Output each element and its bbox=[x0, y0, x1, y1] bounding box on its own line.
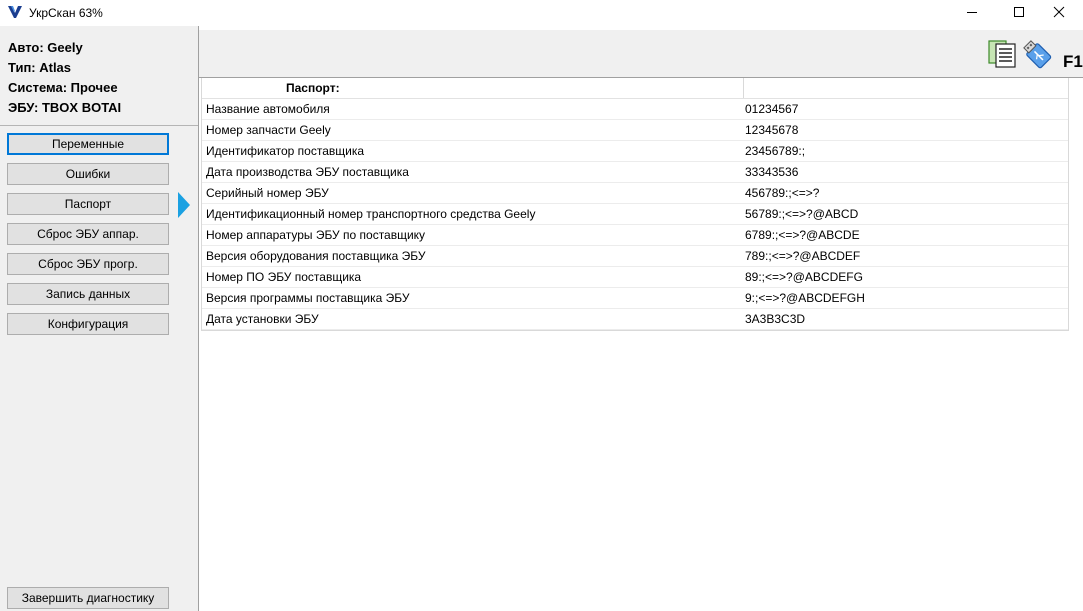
table-row[interactable]: Номер ПО ЭБУ поставщика 89:;<=>?@ABCDEFG bbox=[202, 267, 1068, 288]
table-row[interactable]: Номер запчасти Geely 12345678 bbox=[202, 120, 1068, 141]
table-row[interactable]: Идентификационный номер транспортного ср… bbox=[202, 204, 1068, 225]
toolbar: F1 bbox=[199, 30, 1083, 78]
title-bar: УкрСкан 63% bbox=[0, 0, 1083, 26]
vehicle-info: Авто: Geely Тип: Atlas Система: Прочее Э… bbox=[8, 38, 121, 118]
vehicle-auto: Авто: Geely bbox=[8, 40, 83, 55]
left-panel: Авто: Geely Тип: Atlas Система: Прочее Э… bbox=[0, 26, 199, 611]
parameter-name: Название автомобиля bbox=[206, 102, 330, 116]
passport-rows: Название автомобиля 01234567 Номер запчаст… bbox=[202, 99, 1068, 330]
close-icon bbox=[1053, 6, 1065, 18]
passport-button[interactable]: Паспорт bbox=[7, 193, 169, 215]
parameter-name: Номер запчасти Geely bbox=[206, 123, 331, 137]
reset-ecu-software-button[interactable]: Сброс ЭБУ прогр. bbox=[7, 253, 169, 275]
document-report-icon[interactable] bbox=[988, 40, 1018, 68]
parameter-name: Версия оборудования поставщика ЭБУ bbox=[206, 249, 426, 263]
record-data-button[interactable]: Запись данных bbox=[7, 283, 169, 305]
parameter-name: Номер аппаратуры ЭБУ по поставщику bbox=[206, 228, 426, 242]
parameter-value: 3A3B3C3D bbox=[745, 312, 806, 326]
passport-header: Паспорт: bbox=[286, 81, 340, 95]
reset-ecu-hardware-button[interactable]: Сброс ЭБУ аппар. bbox=[7, 223, 169, 245]
usb-connection-icon[interactable] bbox=[1021, 38, 1055, 72]
parameter-value: 12345678 bbox=[745, 123, 799, 137]
table-row[interactable]: Дата производства ЭБУ поставщика 33343536 bbox=[202, 162, 1068, 183]
table-row[interactable]: Номер аппаратуры ЭБУ по поставщику 6789:;… bbox=[202, 225, 1068, 246]
parameter-value: 6789:;<=>?@ABCDE bbox=[745, 228, 860, 242]
minimize-button[interactable] bbox=[950, 0, 996, 26]
column-divider bbox=[743, 78, 744, 98]
vehicle-type: Тип: Atlas bbox=[8, 60, 72, 75]
parameter-value: 9:;<=>?@ABCDEFGH bbox=[745, 291, 865, 305]
minimize-icon bbox=[967, 12, 977, 13]
parameter-name: Серийный номер ЭБУ bbox=[206, 186, 329, 200]
divider bbox=[0, 125, 198, 126]
parameter-value: 456789:;<=>? bbox=[745, 186, 820, 200]
table-row[interactable]: Название автомобиля 01234567 bbox=[202, 99, 1068, 120]
main-area: F1 Паспорт: Название автомобиля 01234567 Н… bbox=[199, 26, 1083, 611]
parameter-name: Дата производства ЭБУ поставщика bbox=[206, 165, 409, 179]
maximize-icon bbox=[1014, 7, 1024, 17]
triangle-right-icon bbox=[178, 192, 190, 218]
parameter-name: Идентификационный номер транспортного ср… bbox=[206, 207, 536, 221]
ukrscan-logo-icon bbox=[8, 6, 22, 18]
variables-button[interactable]: Переменные bbox=[7, 133, 169, 155]
table-row[interactable]: Версия программы поставщика ЭБУ 9:;<=>?@A… bbox=[202, 288, 1068, 309]
parameter-value: 01234567 bbox=[745, 102, 799, 116]
parameter-value: 789:;<=>?@ABCDEF bbox=[745, 249, 861, 263]
vehicle-ecu: ЭБУ: TBOX BOTAI bbox=[8, 100, 122, 115]
table-row[interactable]: Серийный номер ЭБУ 456789:;<=>? bbox=[202, 183, 1068, 204]
configuration-button[interactable]: Конфигурация bbox=[7, 313, 169, 335]
parameter-name: Номер ПО ЭБУ поставщика bbox=[206, 270, 362, 284]
parameter-value: 33343536 bbox=[745, 165, 799, 179]
close-button[interactable] bbox=[1037, 0, 1083, 26]
table-row[interactable]: Версия оборудования поставщика ЭБУ 789:;<… bbox=[202, 246, 1068, 267]
parameter-name: Дата установки ЭБУ bbox=[206, 312, 319, 326]
errors-button[interactable]: Ошибки bbox=[7, 163, 169, 185]
passport-table: Паспорт: Название автомобиля 01234567 Номе… bbox=[201, 78, 1069, 331]
vehicle-system: Система: Прочее bbox=[8, 80, 118, 95]
table-row[interactable]: Дата установки ЭБУ 3A3B3C3D bbox=[202, 309, 1068, 330]
help-f1-button[interactable]: F1 bbox=[1063, 52, 1083, 72]
parameter-name: Версия программы поставщика ЭБУ bbox=[206, 291, 410, 305]
parameter-value: 23456789:; bbox=[745, 144, 806, 158]
parameter-value: 89:;<=>?@ABCDEFG bbox=[745, 270, 863, 284]
window-title: УкрСкан 63% bbox=[29, 6, 103, 20]
table-header: Паспорт: bbox=[202, 78, 1068, 99]
table-row[interactable]: Идентификатор поставщика 23456789:; bbox=[202, 141, 1068, 162]
parameter-value: 56789:;<=>?@ABCD bbox=[745, 207, 859, 221]
finish-diagnostics-button[interactable]: Завершить диагностику bbox=[7, 587, 169, 609]
parameter-name: Идентификатор поставщика bbox=[206, 144, 365, 158]
